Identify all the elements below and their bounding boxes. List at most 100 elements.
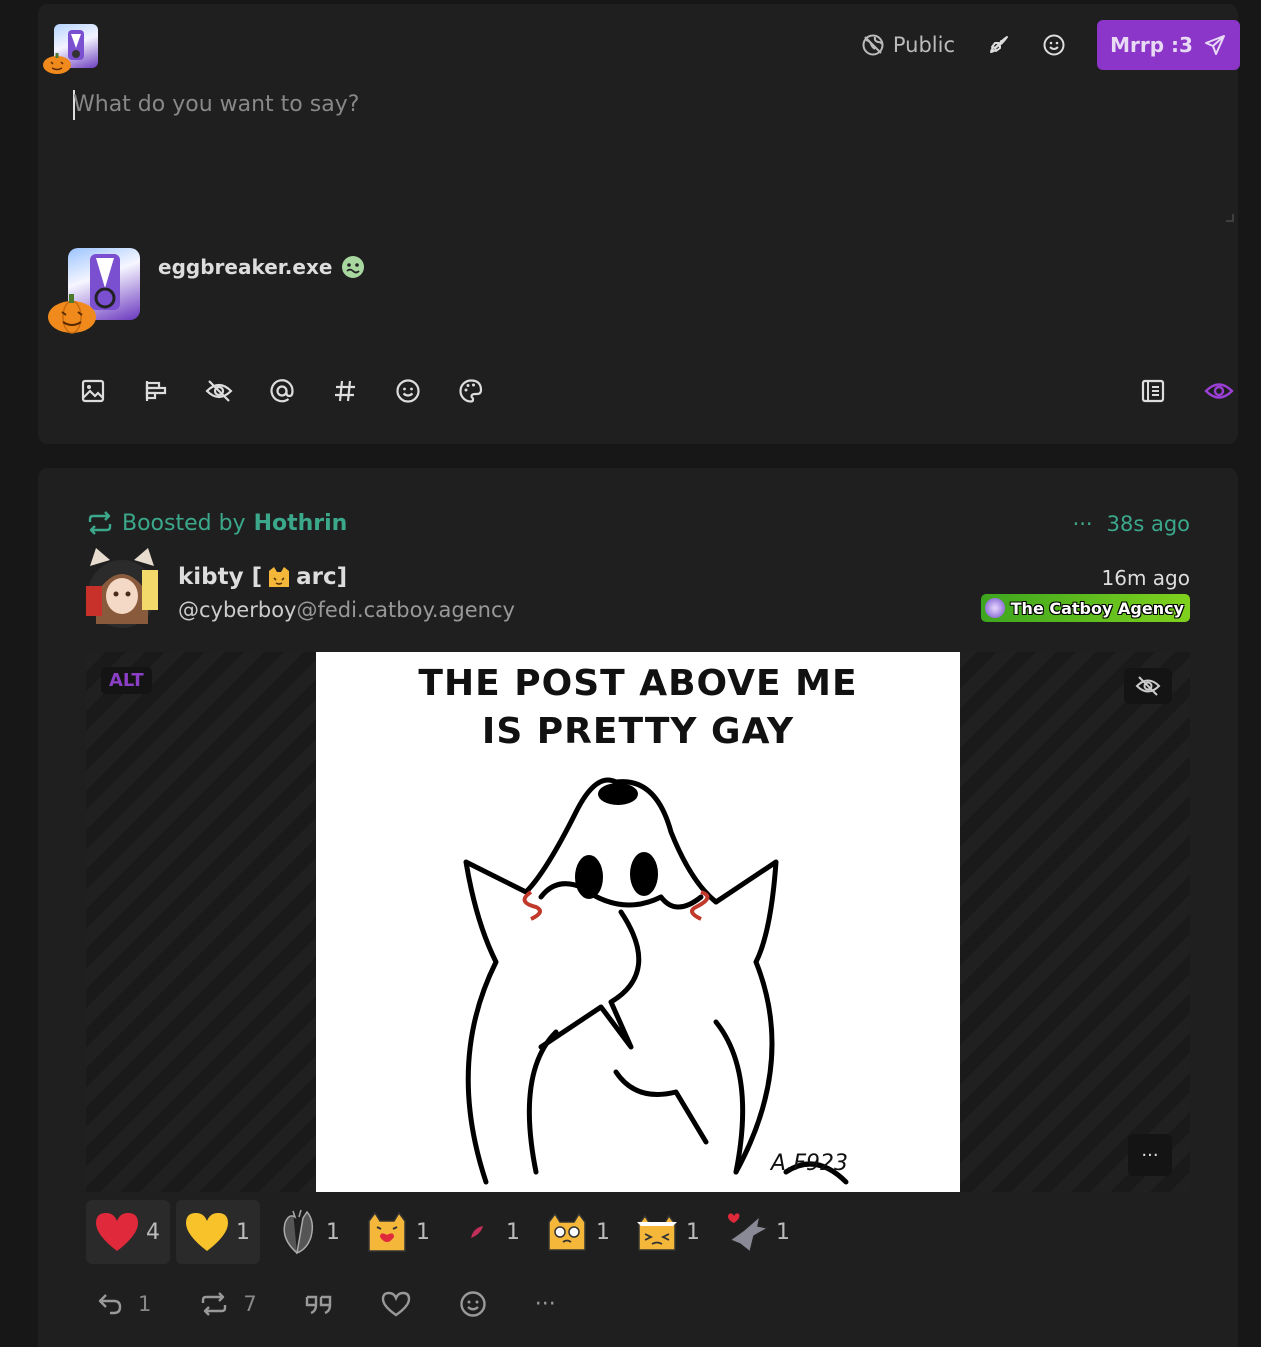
composer-toolbar [78, 376, 1234, 410]
boosted-by-label: Boosted by [122, 510, 246, 536]
yellow-heart-icon [184, 1209, 230, 1255]
globe-off-icon [862, 34, 884, 56]
boost-header: Boosted by Hothrin [86, 510, 347, 536]
user-avatar[interactable] [43, 24, 98, 74]
send-icon [1204, 35, 1225, 55]
reply-button[interactable]: 1 [96, 1291, 151, 1317]
hashtag-button[interactable] [330, 376, 360, 406]
note-actions: 1 7 ··· [96, 1284, 604, 1324]
reaction-anatomical-heart[interactable]: 1 [266, 1200, 350, 1264]
reactions-bar: 4 1 1 1 1 1 1 1 [86, 1200, 800, 1264]
visibility-selector[interactable]: Public [861, 33, 955, 57]
preview-display-name: eggbreaker.exe [158, 254, 366, 280]
composer-topbar: Public Mrrp :3 [861, 20, 1240, 70]
catgirl-avatar-art [86, 548, 158, 628]
palette-icon [459, 379, 483, 403]
author-name-text: kibty [ [178, 564, 263, 590]
smiley-icon [396, 379, 420, 403]
eye-icon [1204, 383, 1234, 399]
drafts-button[interactable] [1138, 376, 1168, 406]
reaction-cat-squint[interactable]: 1 [626, 1200, 710, 1264]
reaction-count: 4 [146, 1219, 160, 1245]
boost-time[interactable]: 38s ago [1107, 512, 1190, 536]
poll-icon [145, 381, 167, 401]
smiley-icon [1043, 34, 1065, 56]
reply-icon [98, 1294, 122, 1315]
artist-signature: A.F923 [770, 1151, 848, 1176]
reaction-count: 1 [506, 1219, 520, 1245]
instance-ticker[interactable]: The Catboy Agency [980, 594, 1190, 622]
reaction-small-feather[interactable]: 1 [446, 1200, 530, 1264]
cat-face-emoji-icon [269, 567, 290, 587]
reply-count: 1 [138, 1292, 152, 1316]
cat-hug-heart-icon [364, 1209, 410, 1255]
repeat-icon [88, 511, 112, 535]
cat-pleading-icon [544, 1209, 590, 1255]
attach-image-button[interactable] [78, 376, 108, 406]
preview-toggle-button[interactable] [1204, 376, 1234, 406]
reaction-red-heart[interactable]: 4 [86, 1200, 170, 1264]
reaction-count: 1 [416, 1219, 430, 1245]
mention-button[interactable] [267, 376, 297, 406]
content-warning-button[interactable] [204, 376, 234, 406]
hashtag-icon [335, 380, 355, 402]
rocket-button[interactable] [985, 32, 1011, 58]
emoji-button[interactable] [1041, 32, 1067, 58]
renote-button[interactable]: 7 [199, 1291, 257, 1317]
nauseated-emoji-icon [342, 256, 365, 278]
eye-off-icon [205, 380, 233, 402]
post-timestamp[interactable]: 16m ago [1102, 566, 1190, 590]
reaction-count: 1 [326, 1219, 340, 1245]
author-handle[interactable]: @cyberboy@fedi.catboy.agency [178, 598, 515, 622]
hide-media-button[interactable] [1124, 668, 1172, 704]
instance-icon [984, 598, 1005, 618]
post-submit-button[interactable]: Mrrp :3 [1097, 20, 1240, 70]
more-options-button[interactable]: ··· [535, 1292, 556, 1317]
cat-squint-icon [634, 1209, 680, 1255]
anatomical-heart-icon [274, 1209, 320, 1255]
poll-button[interactable] [141, 376, 171, 406]
reaction-count: 1 [236, 1219, 250, 1245]
like-button[interactable] [381, 1291, 411, 1317]
renote-count: 7 [243, 1292, 257, 1316]
react-button[interactable] [459, 1290, 487, 1318]
visibility-label: Public [892, 33, 955, 57]
fox-drawing [463, 777, 849, 1185]
handle-user: @cyberboy [178, 598, 297, 622]
resize-handle[interactable] [1226, 214, 1234, 222]
heart-outline-icon [381, 1291, 410, 1317]
reaction-cat-pleading[interactable]: 1 [536, 1200, 620, 1264]
eye-off-icon [1135, 676, 1161, 696]
mfm-palette-button[interactable] [456, 376, 486, 406]
timeline-note: Boosted by Hothrin ··· 38s ago kibty [ a… [38, 468, 1238, 1347]
post-text-input[interactable]: What do you want to say? [73, 90, 1233, 225]
post-placeholder: What do you want to say? [73, 92, 360, 117]
reaction-dragon-heart[interactable]: 1 [716, 1200, 800, 1264]
author-avatar[interactable] [86, 546, 158, 630]
quote-button[interactable] [305, 1293, 333, 1315]
image-icon [81, 379, 105, 403]
red-heart-icon [94, 1209, 140, 1255]
boost-menu-icon[interactable]: ··· [1073, 512, 1093, 536]
media-attachment[interactable]: THE POST ABOVE ME IS PRETTY GAY A.F923 A… [86, 652, 1190, 1192]
dragon-heart-icon [724, 1209, 770, 1255]
reaction-yellow-heart[interactable]: 1 [176, 1200, 260, 1264]
booster-name[interactable]: Hothrin [254, 511, 348, 536]
media-menu-button[interactable]: ··· [1128, 1134, 1172, 1176]
meme-image[interactable]: THE POST ABOVE ME IS PRETTY GAY A.F923 [316, 652, 960, 1192]
reaction-count: 1 [686, 1219, 700, 1245]
rocket-icon [990, 36, 1008, 53]
boost-meta: ··· 38s ago [1073, 512, 1190, 536]
at-sign-icon [270, 379, 294, 403]
feather-icon [454, 1209, 500, 1255]
post-button-label: Mrrp :3 [1110, 33, 1193, 57]
handle-domain: @fedi.catboy.agency [296, 598, 515, 622]
reaction-cat-hug-heart[interactable]: 1 [356, 1200, 440, 1264]
alt-text-badge[interactable]: ALT [101, 667, 152, 694]
instance-name: The Catboy Agency [1010, 598, 1184, 618]
insert-emoji-button[interactable] [393, 376, 423, 406]
more-dots-icon: ··· [1141, 1144, 1159, 1166]
repeat-icon [202, 1292, 227, 1316]
smiley-icon [460, 1291, 486, 1317]
author-display-name[interactable]: kibty [ arc] [178, 564, 347, 590]
